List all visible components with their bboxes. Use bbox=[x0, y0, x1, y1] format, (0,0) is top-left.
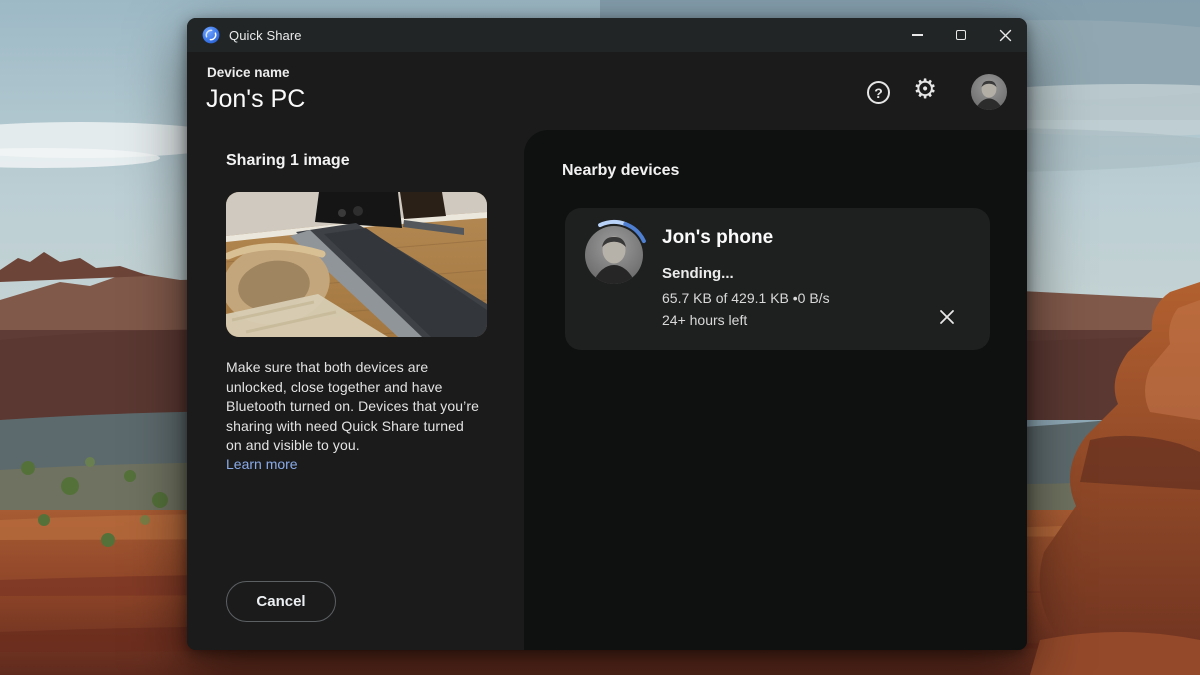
device-avatar bbox=[585, 226, 643, 284]
device-avatar-image bbox=[585, 226, 643, 284]
nearby-device-card[interactable]: Jon's phone Sending... 65.7 KB of 429.1 … bbox=[565, 208, 990, 350]
learn-more-link[interactable]: Learn more bbox=[226, 456, 298, 472]
transfer-time-left: 24+ hours left bbox=[662, 312, 747, 328]
window-content: Sharing 1 image bbox=[187, 130, 1027, 650]
cancel-transfer-button[interactable] bbox=[934, 304, 960, 330]
sharing-description: Make sure that both devices are unlocked… bbox=[226, 358, 482, 456]
shared-image-scene bbox=[226, 192, 487, 337]
settings-button[interactable]: ⚙ bbox=[913, 76, 937, 103]
sharing-heading: Sharing 1 image bbox=[226, 152, 350, 170]
account-avatar[interactable] bbox=[971, 74, 1007, 110]
quick-share-logo-icon bbox=[202, 26, 220, 44]
device-name-label: Device name bbox=[207, 65, 290, 80]
close-button[interactable] bbox=[983, 18, 1027, 52]
help-icon: ? bbox=[874, 85, 883, 101]
quick-share-window: Quick Share Device name Jon's PC ? ⚙ bbox=[187, 18, 1027, 650]
device-avatar-wrap bbox=[576, 217, 652, 293]
titlebar[interactable]: Quick Share bbox=[187, 18, 1027, 52]
minimize-icon bbox=[912, 34, 923, 35]
close-icon bbox=[999, 29, 1012, 42]
cancel-button-label: Cancel bbox=[256, 593, 305, 610]
maximize-button[interactable] bbox=[939, 18, 983, 52]
transfer-status: Sending... bbox=[662, 265, 734, 282]
gear-icon: ⚙ bbox=[913, 74, 937, 104]
cancel-button[interactable]: Cancel bbox=[226, 581, 336, 622]
account-avatar-image bbox=[971, 74, 1007, 110]
shared-image-thumbnail bbox=[226, 192, 487, 337]
window-header: Device name Jon's PC ? ⚙ bbox=[187, 52, 1027, 130]
nearby-devices-panel: Nearby devices bbox=[524, 130, 1027, 650]
transfer-progress-text: 65.7 KB of 429.1 KB •0 B/s bbox=[662, 290, 830, 306]
device-name: Jon's phone bbox=[662, 227, 773, 249]
nearby-devices-heading: Nearby devices bbox=[562, 162, 679, 180]
minimize-button[interactable] bbox=[895, 18, 939, 52]
desktop: Quick Share Device name Jon's PC ? ⚙ bbox=[0, 0, 1200, 675]
device-name-value: Jon's PC bbox=[206, 85, 305, 114]
help-button[interactable]: ? bbox=[867, 81, 890, 104]
close-icon bbox=[939, 309, 955, 325]
window-title: Quick Share bbox=[229, 28, 302, 43]
window-controls bbox=[895, 18, 1027, 52]
maximize-icon bbox=[956, 30, 966, 40]
